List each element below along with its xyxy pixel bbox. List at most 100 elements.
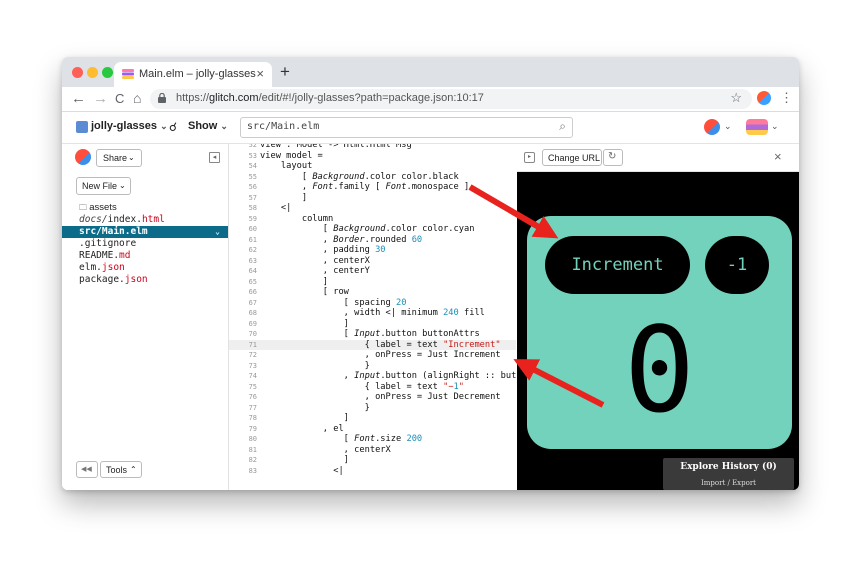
decrement-button[interactable]: -1: [705, 236, 769, 294]
code-line[interactable]: 80 [ Font.size 200: [229, 434, 516, 445]
explore-history-panel[interactable]: Explore History (0) Import / Export: [663, 458, 794, 490]
chevron-down-icon: ⌄: [160, 121, 168, 131]
reload-icon[interactable]: C: [115, 91, 124, 106]
code-line[interactable]: 64 , centerY: [229, 266, 516, 277]
code-line[interactable]: 78 ]: [229, 413, 516, 424]
code-line[interactable]: 76 , onPress = Just Decrement: [229, 392, 516, 403]
code-text: ]: [260, 276, 328, 287]
code-text: [ Background.color color.black: [260, 171, 459, 182]
close-preview-icon[interactable]: ×: [774, 149, 782, 164]
sidebar-item-docs-index[interactable]: docs/index.html: [62, 214, 228, 226]
project-menu[interactable]: jolly-glasses ⌄: [91, 120, 168, 132]
chevron-down-icon: ⌄: [724, 121, 732, 131]
code-line[interactable]: 58 <|: [229, 203, 516, 214]
show-button[interactable]: Show ⌄: [188, 120, 228, 132]
home-icon[interactable]: ⌂: [133, 90, 141, 106]
code-text: { label = text "−1": [260, 381, 464, 392]
code-line[interactable]: 68 , width <| minimum 240 fill: [229, 308, 516, 319]
file-search-input[interactable]: src/Main.elm ⌕: [240, 117, 573, 138]
code-line[interactable]: 75 { label = text "−1": [229, 382, 516, 393]
code-line[interactable]: 56 , Font.family [ Font.monospace ]: [229, 182, 516, 193]
code-line[interactable]: 59 column: [229, 214, 516, 225]
sidebar-item-package-json[interactable]: package.json: [62, 274, 228, 286]
import-export-link[interactable]: Import / Export: [663, 479, 794, 487]
code-line[interactable]: 65 ]: [229, 277, 516, 288]
code-line[interactable]: 57 ]: [229, 193, 516, 204]
code-line[interactable]: 67 [ spacing 20: [229, 298, 516, 309]
increment-button[interactable]: Increment: [545, 236, 690, 294]
chevron-down-icon: ⌄: [128, 153, 135, 162]
share-button[interactable]: Share ⌄: [96, 149, 142, 167]
browser-menu-icon[interactable]: ⋮: [780, 90, 793, 106]
code-line[interactable]: 63 , centerX: [229, 256, 516, 267]
line-number: 79: [248, 424, 257, 433]
maximize-window-button[interactable]: [102, 67, 113, 78]
sidebar-item-main-elm[interactable]: src/Main.elm ⌄: [62, 226, 228, 238]
new-file-button[interactable]: New File ⌄: [76, 177, 131, 195]
rewind-button[interactable]: ◀◀: [76, 461, 98, 478]
code-line[interactable]: 72 , onPress = Just Increment: [229, 350, 516, 361]
play-icon[interactable]: ▸: [524, 152, 535, 163]
sidebar-item-readme[interactable]: README.md: [62, 250, 228, 262]
code-line[interactable]: 70 [ Input.button buttonAttrs: [229, 329, 516, 340]
code-line[interactable]: 74 , Input.button (alignRight :: butt: [229, 371, 516, 382]
refresh-button[interactable]: ↻: [603, 149, 623, 166]
address-bar[interactable]: https://glitch.com/edit/#!/jolly-glasses…: [150, 89, 752, 109]
chevron-down-icon[interactable]: ⌄: [215, 226, 220, 238]
code-text: [ spacing 20: [260, 297, 407, 308]
close-window-button[interactable]: [72, 67, 83, 78]
line-number: 54: [248, 162, 257, 170]
preview-toolbar: ▸ Change URL ↻ ×: [517, 144, 799, 172]
tab-close-icon[interactable]: ×: [256, 66, 264, 81]
line-number: 55: [248, 172, 257, 181]
glasses-icon: ☌: [169, 120, 178, 134]
code-text: [ Input.button buttonAttrs: [260, 329, 480, 339]
code-text: , onPress = Just Increment: [260, 350, 501, 360]
line-number: 66: [248, 288, 257, 296]
collapse-sidebar-icon[interactable]: ◂: [209, 152, 220, 163]
code-editor[interactable]: 52 view : Model -> Html.Html Msg 53 view mo…: [229, 144, 516, 490]
code-text: ]: [260, 455, 349, 465]
glitch-header: jolly-glasses ⌄ ☌ Show ⌄ src/Main.elm ⌕ …: [62, 112, 799, 144]
minimize-window-button[interactable]: [87, 67, 98, 78]
code-line[interactable]: 77 }: [229, 403, 516, 414]
line-number: 74: [248, 372, 257, 380]
code-line[interactable]: 81 , centerX: [229, 445, 516, 456]
back-icon[interactable]: ←: [71, 90, 86, 107]
code-line[interactable]: 55 [ Background.color color.black: [229, 172, 516, 183]
code-line[interactable]: 61 , Border.rounded 60: [229, 235, 516, 246]
tools-button[interactable]: Tools ⌃: [100, 461, 142, 478]
avatar[interactable]: [75, 149, 91, 165]
sidebar: Share ⌄ ◂ New File ⌄ 🗀 assets docs/index…: [62, 144, 229, 490]
line-number: 76: [248, 393, 257, 401]
line-number: 53: [248, 151, 257, 160]
user-avatar[interactable]: [704, 119, 720, 135]
code-line[interactable]: 62 , padding 30: [229, 245, 516, 256]
forward-icon[interactable]: →: [93, 90, 108, 107]
bookmark-star-icon[interactable]: ☆: [730, 90, 742, 106]
code-line[interactable]: 53 view model =: [229, 151, 516, 162]
browser-tab[interactable]: Main.elm – jolly-glasses ×: [114, 62, 272, 87]
code-line[interactable]: 60 [ Background.color color.cyan: [229, 224, 516, 235]
code-line[interactable]: 83 <|: [229, 466, 516, 477]
code-text: layout: [260, 161, 313, 171]
lock-icon: [158, 93, 166, 103]
profile-avatar[interactable]: [757, 91, 771, 105]
sidebar-item-elm-json[interactable]: elm.json: [62, 262, 228, 274]
sidebar-item-gitignore[interactable]: .gitignore: [62, 238, 228, 250]
glitch-menu-logo[interactable]: [746, 119, 768, 135]
new-tab-button[interactable]: +: [280, 62, 290, 82]
code-line[interactable]: 73 }: [229, 361, 516, 372]
show-label: Show: [188, 120, 218, 132]
sidebar-item-assets[interactable]: 🗀 assets: [62, 202, 228, 214]
code-line[interactable]: 82 ]: [229, 455, 516, 466]
code-text: ]: [260, 192, 308, 203]
code-line[interactable]: 71 { label = text "Increment": [229, 339, 516, 350]
code-line[interactable]: 69 ]: [229, 319, 516, 330]
code-text: , width <| minimum 240 fill: [260, 308, 485, 318]
code-line[interactable]: 54 layout: [229, 161, 516, 172]
counter-card: Increment -1 0: [527, 216, 792, 449]
change-url-button[interactable]: Change URL: [542, 149, 602, 166]
code-line[interactable]: 79 , el: [229, 424, 516, 435]
code-line[interactable]: 66 [ row: [229, 287, 516, 298]
